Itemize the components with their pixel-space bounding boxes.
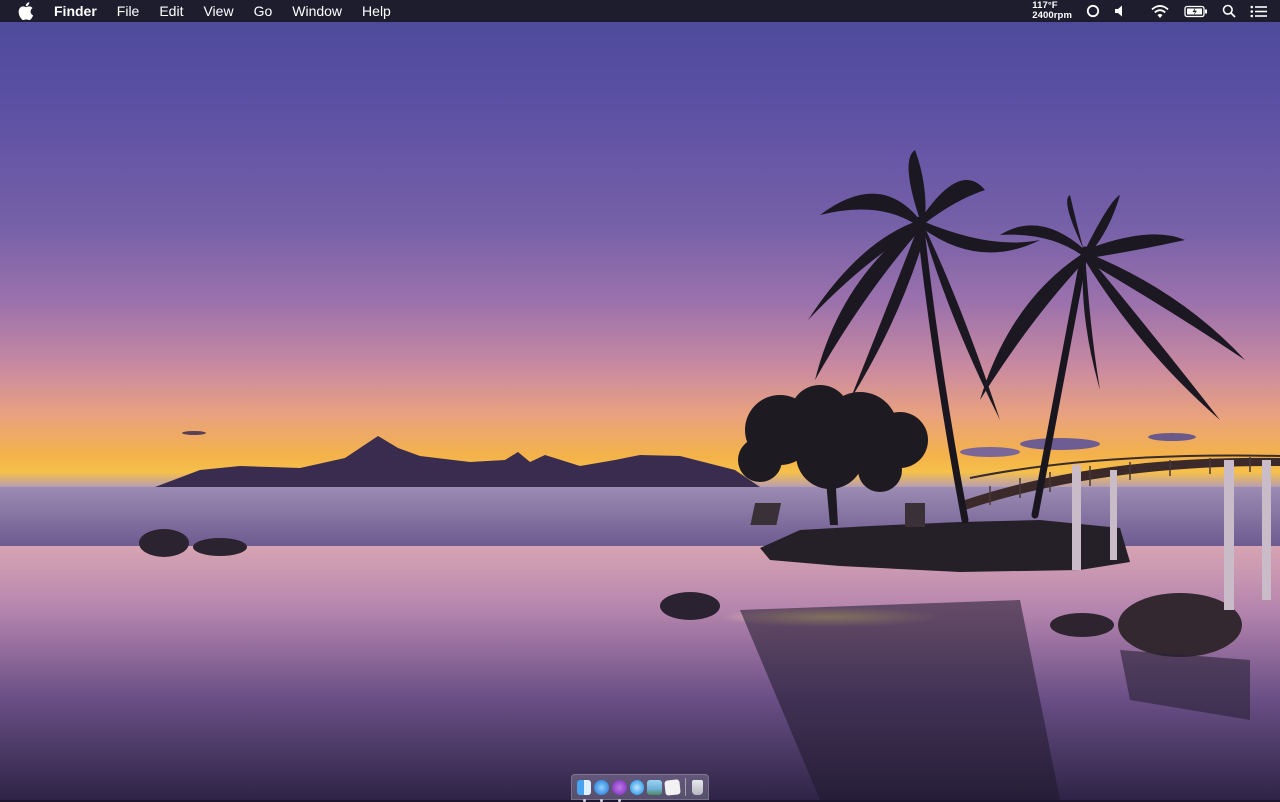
rock [193,538,247,556]
circle-status-icon[interactable] [1086,4,1100,18]
dock [571,774,709,802]
fan-speed-readout: 2400rpm [1032,10,1072,21]
cloud [1020,438,1100,450]
running-indicator [617,798,621,802]
notification-center-icon[interactable] [1250,5,1268,18]
rock [660,592,720,620]
system-monitor-status[interactable]: 117°F 2400rpm [1032,1,1072,21]
cloud [960,447,1020,457]
wallpaper-scene [0,150,1280,800]
menu-window[interactable]: Window [282,0,352,22]
apple-logo-icon [18,2,34,20]
dock-trash[interactable] [691,779,704,795]
rock [1118,593,1242,657]
dock-textedit[interactable] [664,778,681,796]
dock-preview[interactable] [647,779,663,795]
menu-bar: Finder File Edit View Go Window Help 117… [0,0,1280,22]
running-indicator [600,798,604,802]
palm-fronds [808,150,1245,420]
infinity-pool [0,546,1280,800]
spotlight-search-icon[interactable] [1222,4,1236,18]
wifi-icon[interactable] [1150,4,1170,19]
palm-trunks [916,216,1089,524]
battery-charging-icon[interactable] [1184,5,1208,18]
rock [139,529,189,557]
cloud [182,431,206,435]
menu-edit[interactable]: Edit [149,0,193,22]
menu-go[interactable]: Go [244,0,283,22]
dock-itunes[interactable] [629,779,645,795]
rock [1050,613,1114,637]
menu-view[interactable]: View [193,0,243,22]
dock-podcasts[interactable] [611,779,627,802]
island-mountains [155,436,760,487]
volume-icon[interactable] [1114,4,1126,18]
apple-menu[interactable] [18,2,40,20]
cloud [1148,433,1196,441]
status-tray: 117°F 2400rpm [1032,0,1280,22]
dock-separator [685,778,687,796]
dock-safari[interactable] [594,779,609,802]
desktop-wallpaper [0,0,1280,800]
menu-help[interactable]: Help [352,0,401,22]
dock-finder[interactable] [576,779,592,802]
menu-app-finder[interactable]: Finder [54,0,107,22]
menu-file[interactable]: File [107,0,150,22]
running-indicator [582,798,586,802]
